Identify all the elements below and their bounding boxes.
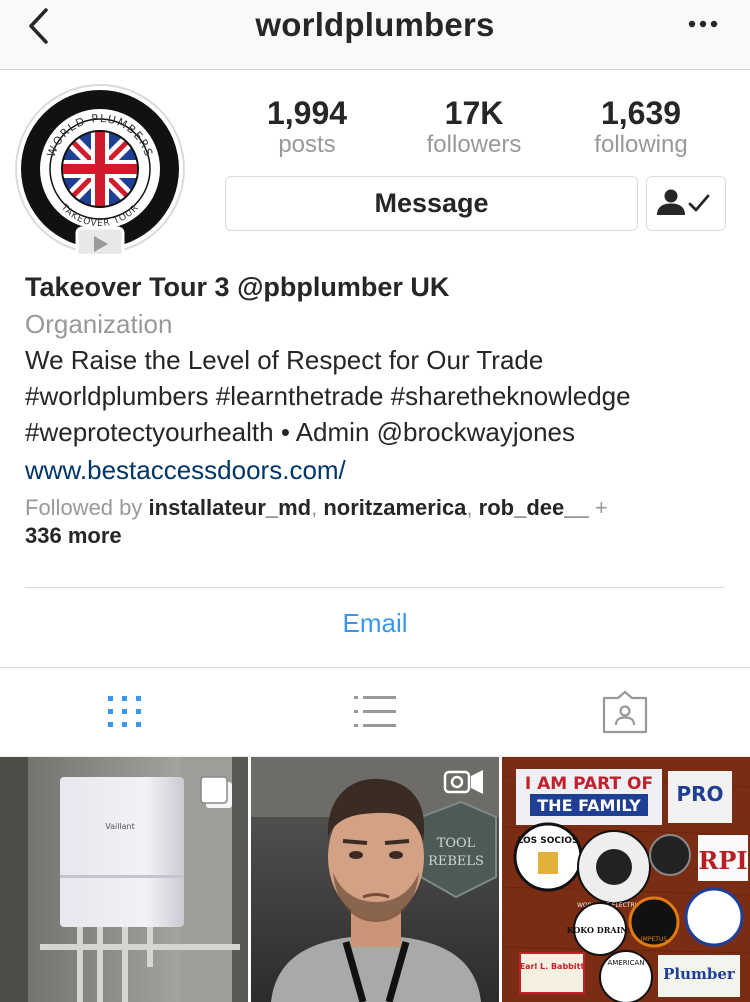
- boiler-photo: Vaillant: [0, 757, 248, 1002]
- following-label: following: [594, 131, 688, 158]
- bio-line-2: #worldplumbers #learnthetrade #sharethek…: [25, 381, 631, 411]
- followed-user: noritzamerica: [323, 495, 467, 520]
- stat-following[interactable]: 1,639 following: [571, 95, 711, 159]
- sticker-text: Plumber: [663, 965, 736, 983]
- stat-followers[interactable]: 17K followers: [404, 95, 544, 159]
- stickers-photo: I AM PART OF THE FAMILY PRO LOS SOCIOS W…: [502, 757, 750, 1002]
- person-check-icon: [656, 189, 709, 215]
- more-options-button[interactable]: [688, 12, 718, 36]
- tab-list-view[interactable]: [351, 690, 399, 734]
- posts-count: 1,994: [266, 95, 348, 131]
- followed-user: rob_dee__: [478, 495, 589, 520]
- profile-bio: Takeover Tour 3 @pbplumber UK Organizati…: [25, 268, 735, 550]
- top-nav-bar: worldplumbers: [0, 0, 750, 70]
- website-link[interactable]: www.bestaccessdoors.com/: [25, 450, 735, 490]
- followed-prefix: Followed by: [25, 495, 149, 520]
- followed-separator: ,: [466, 495, 479, 520]
- carousel-icon: [200, 776, 232, 808]
- profile-display-name: Takeover Tour 3 @pbplumber UK: [25, 272, 450, 302]
- post-thumbnail[interactable]: TOOL REBELS: [251, 757, 499, 1002]
- tab-tagged[interactable]: [601, 690, 649, 734]
- followed-user: installateur_md: [148, 495, 312, 520]
- followers-count: 17K: [444, 95, 504, 131]
- divider: [0, 667, 750, 668]
- profile-avatar[interactable]: WORLD PLUMBERS TAKEOVER TOUR: [15, 84, 185, 262]
- followed-plus: +: [588, 495, 608, 520]
- grid-icon: [108, 696, 141, 727]
- video-play-icon: [75, 226, 125, 262]
- email-button[interactable]: Email: [0, 608, 750, 639]
- sticker-text: Earl L. Babbitt: [520, 962, 585, 971]
- sticker-text: I AM PART OF: [525, 774, 653, 794]
- followed-by[interactable]: Followed by installateur_md, noritzameri…: [25, 494, 735, 550]
- sticker-text: PRO: [676, 782, 723, 806]
- sticker-text: AMERICAN: [607, 959, 644, 967]
- more-dots-icon: [688, 20, 718, 28]
- sticker-text: RPI: [698, 846, 747, 875]
- sticker-text: KOKO DRAINS: [567, 925, 634, 935]
- following-count: 1,639: [600, 95, 682, 131]
- tool-rebels-sign: TOOL REBELS: [420, 800, 497, 899]
- message-button[interactable]: Message: [225, 176, 638, 231]
- following-button[interactable]: [646, 176, 726, 231]
- posts-label: posts: [278, 131, 336, 158]
- followers-label: followers: [426, 131, 522, 158]
- selfie-video-photo: TOOL REBELS: [251, 757, 499, 1002]
- bio-line-1: We Raise the Level of Respect for Our Tr…: [25, 345, 544, 375]
- sticker-text: LOS SOCIOS: [518, 836, 579, 846]
- list-icon: [354, 696, 396, 727]
- sign-text: TOOL: [437, 836, 476, 851]
- boiler-brand: Vaillant: [105, 822, 135, 831]
- tagged-icon: [602, 690, 648, 734]
- tab-grid-view[interactable]: [101, 690, 149, 734]
- profile-category: Organization: [25, 309, 173, 339]
- stat-posts[interactable]: 1,994 posts: [237, 95, 377, 159]
- post-thumbnail[interactable]: I AM PART OF THE FAMILY PRO LOS SOCIOS W…: [502, 757, 750, 1002]
- sign-text: REBELS: [428, 854, 484, 869]
- bio-line-3: #weprotectyourhealth • Admin @brockwayjo…: [25, 417, 575, 447]
- followed-more: 336 more: [25, 523, 122, 548]
- page-title: worldplumbers: [255, 6, 495, 43]
- divider: [25, 587, 725, 588]
- followed-separator: ,: [311, 495, 324, 520]
- post-thumbnail[interactable]: Vaillant: [0, 757, 248, 1002]
- sticker-text: IMPETUS: [641, 936, 667, 943]
- sticker-text: THE FAMILY: [537, 796, 641, 815]
